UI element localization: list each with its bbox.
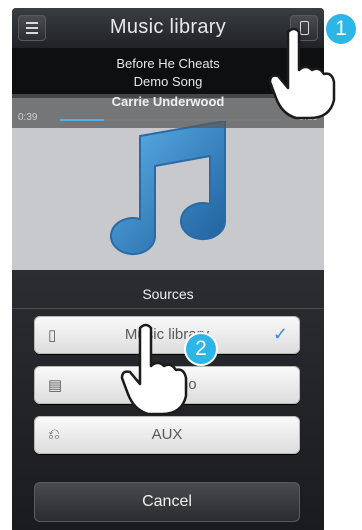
source-label: AUX — [151, 426, 183, 443]
pointing-hand-icon — [268, 27, 336, 120]
callout-badge: 2 — [186, 334, 216, 364]
sheet-title: Sources — [142, 286, 194, 302]
progress-track[interactable] — [60, 119, 282, 121]
music-note-icon — [110, 119, 227, 256]
progress-fill — [60, 119, 105, 121]
source-aux-button[interactable]: ⎌ AUX — [34, 416, 300, 454]
callout-badge: 1 — [326, 14, 356, 44]
pointing-hand-icon — [120, 323, 188, 416]
elapsed-time: 0:39 — [18, 112, 38, 123]
divider — [12, 308, 324, 309]
cancel-label: Cancel — [142, 493, 192, 510]
checkmark-icon: ✓ — [272, 324, 288, 344]
cancel-button[interactable]: Cancel — [34, 482, 300, 522]
